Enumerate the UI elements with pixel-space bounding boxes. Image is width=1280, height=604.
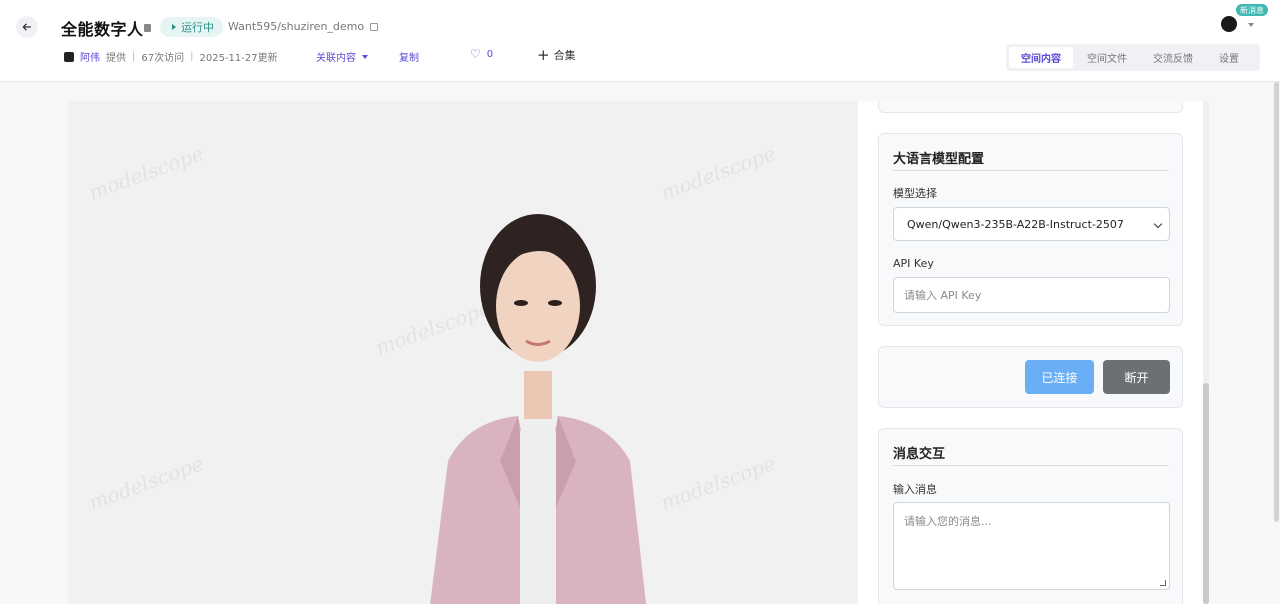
digital-human-avatar: [430, 214, 647, 604]
chevron-down-icon: [1153, 219, 1163, 229]
disconnect-button[interactable]: 断开: [1103, 360, 1170, 394]
meta-info: 阿伟 提供 | 67次访问 | 2025-11-27更新: [64, 49, 278, 64]
repo-path: Want595/shuziren_demo: [228, 20, 379, 33]
author-link[interactable]: 阿伟: [80, 49, 100, 64]
user-avatar[interactable]: [1221, 16, 1237, 32]
watermark: modelscope: [657, 141, 779, 205]
message-input-label: 输入消息: [893, 483, 937, 496]
play-icon: [172, 24, 176, 30]
llm-config-card: 大语言模型配置 模型选择 Qwen/Qwen3-235B-A22B-Instru…: [878, 133, 1183, 326]
add-collection-button[interactable]: + 合集: [537, 47, 576, 63]
like-button[interactable]: ♡ 0: [470, 48, 493, 60]
app-header: 全能数字人 运行中 Want595/shuziren_demo 阿伟 提供 | …: [0, 0, 1280, 82]
api-key-label: API Key: [893, 257, 934, 270]
section-divider: [893, 465, 1169, 466]
watermark: modelscope: [657, 451, 779, 515]
author-avatar: [64, 51, 74, 62]
tab-space-content[interactable]: 空间内容: [1009, 47, 1073, 68]
status-label: 运行中: [181, 21, 214, 34]
provided-text: 提供: [106, 53, 126, 64]
related-label: 关联内容: [316, 53, 356, 64]
divider: |: [190, 51, 194, 62]
message-textarea[interactable]: 请输入您的消息...: [893, 502, 1170, 590]
status-badge: 运行中: [160, 17, 223, 37]
collection-label: 合集: [553, 49, 576, 62]
new-message-badge: 新消息: [1236, 4, 1268, 16]
info-icon[interactable]: [144, 24, 151, 32]
api-key-input[interactable]: 请输入 API Key: [893, 277, 1170, 313]
arrow-left-icon: [22, 23, 31, 31]
message-placeholder: 请输入您的消息...: [904, 515, 992, 528]
model-select[interactable]: Qwen/Qwen3-235B-A22B-Instruct-2507: [893, 207, 1170, 241]
resize-handle-icon[interactable]: [1160, 580, 1166, 586]
update-date: 2025-11-27更新: [199, 53, 278, 64]
divider: |: [132, 51, 136, 62]
message-title: 消息交互: [893, 447, 946, 462]
model-select-label: 模型选择: [893, 187, 937, 200]
panel-scrollbar-thumb[interactable]: [1203, 383, 1209, 604]
caret-down-icon: [362, 54, 368, 59]
watermark: modelscope: [85, 141, 207, 205]
tab-settings[interactable]: 设置: [1207, 47, 1251, 68]
page-scrollbar-thumb[interactable]: [1274, 82, 1279, 522]
like-count: 0: [486, 48, 494, 60]
heart-icon: ♡: [470, 47, 481, 61]
tab-feedback[interactable]: 交流反馈: [1141, 47, 1205, 68]
connected-button[interactable]: 已连接: [1025, 360, 1094, 394]
page-title: 全能数字人: [61, 20, 144, 39]
connection-card: 已连接 断开: [878, 346, 1183, 408]
copy-button[interactable]: 复制: [399, 49, 419, 64]
tab-space-files[interactable]: 空间文件: [1075, 47, 1139, 68]
digital-human-video: modelscope modelscope modelscope modelsc…: [68, 101, 858, 604]
model-select-value: Qwen/Qwen3-235B-A22B-Instruct-2507: [907, 217, 1124, 231]
back-button[interactable]: [16, 16, 38, 38]
user-menu-caret-icon[interactable]: [1248, 23, 1254, 27]
repo-name: Want595/shuziren_demo: [228, 20, 365, 33]
space-tabs: 空间内容 空间文件 交流反馈 设置: [1006, 44, 1260, 71]
llm-config-title: 大语言模型配置: [893, 152, 985, 167]
previous-section-card: [878, 101, 1183, 113]
copy-icon[interactable]: [370, 22, 379, 31]
watermark: modelscope: [85, 451, 207, 515]
control-panel: 大语言模型配置 模型选择 Qwen/Qwen3-235B-A22B-Instru…: [858, 101, 1203, 604]
visit-count: 67次访问: [141, 53, 185, 64]
message-card: 消息交互 输入消息 请输入您的消息...: [878, 428, 1183, 604]
related-content-dropdown[interactable]: 关联内容: [316, 49, 368, 64]
section-divider: [893, 170, 1169, 171]
plus-icon: +: [537, 45, 550, 64]
